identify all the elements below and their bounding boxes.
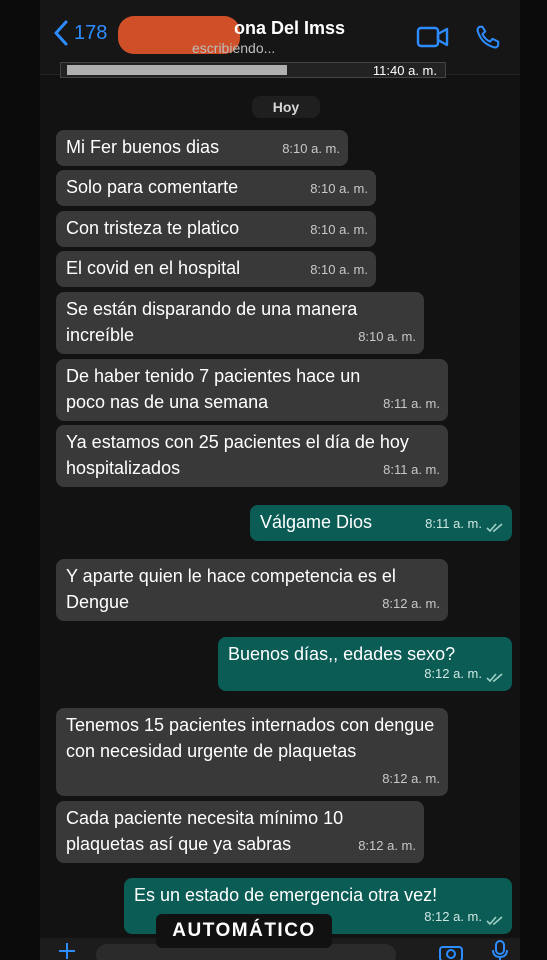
message-incoming[interactable]: Cada paciente necesita mínimo 10 plaquet… xyxy=(56,801,424,863)
preview-time: 11:40 a. m. xyxy=(372,63,437,78)
phone-call-icon[interactable] xyxy=(474,24,502,50)
message-time: 8:11 a. m. xyxy=(383,396,440,411)
message-text: Se están disparando de una manera increí… xyxy=(66,299,358,345)
chat-header: 178 ona Del Imss escribiendo... 11:40 a.… xyxy=(40,0,520,78)
message-time: 8:11 a. m. xyxy=(425,516,482,531)
message-incoming[interactable]: De haber tenido 7 pacientes hace un poco… xyxy=(56,359,448,421)
message-incoming[interactable]: Con tristeza te platico 8:10 a. m. xyxy=(56,211,376,247)
message-incoming[interactable]: Ya estamos con 25 pacientes el día de ho… xyxy=(56,425,448,487)
camera-icon[interactable] xyxy=(438,942,464,960)
message-text: De haber tenido 7 pacientes hace un poco… xyxy=(66,366,361,412)
message-time: 8:11 a. m. xyxy=(383,462,440,477)
message-time: 8:12 a. m. xyxy=(424,909,482,924)
message-incoming[interactable]: Y aparte quien le hace competencia es el… xyxy=(56,559,448,621)
message-time: 8:10 a. m. xyxy=(310,262,368,277)
message-outgoing[interactable]: Buenos días,, edades sexo? 8:12 a. m. xyxy=(218,637,512,691)
chat-window: 178 ona Del Imss escribiendo... 11:40 a.… xyxy=(40,0,520,960)
message-time: 8:10 a. m. xyxy=(310,181,368,196)
read-receipt-icon xyxy=(486,916,503,926)
message-time: 8:12 a. m. xyxy=(358,838,416,853)
contact-name[interactable]: ona Del Imss xyxy=(234,18,345,39)
message-text: Tenemos 15 pacientes internados con deng… xyxy=(66,715,435,761)
message-incoming[interactable]: Se están disparando de una manera increí… xyxy=(56,292,424,354)
message-time: 8:10 a. m. xyxy=(282,141,340,156)
auto-toast: AUTOMÁTICO xyxy=(156,914,332,948)
message-text: Cada paciente necesita mínimo 10 plaquet… xyxy=(66,808,344,854)
typing-status: escribiendo... xyxy=(192,40,276,56)
read-receipt-icon xyxy=(486,523,503,533)
message-time: 8:12 a. m. xyxy=(382,771,440,786)
previous-media-preview[interactable]: 11:40 a. m. xyxy=(60,62,446,78)
back-button[interactable]: 178 xyxy=(52,20,107,46)
video-call-icon[interactable] xyxy=(416,24,450,50)
message-incoming[interactable]: Mi Fer buenos dias 8:10 a. m. xyxy=(56,130,348,166)
message-text: Y aparte quien le hace competencia es el… xyxy=(66,566,396,612)
microphone-icon[interactable] xyxy=(492,940,508,960)
unread-count: 178 xyxy=(74,21,108,44)
message-outgoing[interactable]: Válgame Dios 8:11 a. m. xyxy=(250,505,512,541)
read-receipt-icon xyxy=(486,673,503,683)
message-incoming[interactable]: Tenemos 15 pacientes internados con deng… xyxy=(56,708,448,796)
message-time: 8:12 a. m. xyxy=(424,666,482,681)
message-time: 8:10 a. m. xyxy=(310,222,368,237)
media-thumbnail xyxy=(67,65,287,75)
message-incoming[interactable]: El covid en el hospital 8:10 a. m. xyxy=(56,251,376,287)
chevron-left-icon xyxy=(54,20,68,46)
message-time: 8:10 a. m. xyxy=(358,329,416,344)
message-incoming[interactable]: Solo para comentarte 8:10 a. m. xyxy=(56,170,376,206)
day-separator: Hoy xyxy=(252,96,320,118)
attach-plus-icon[interactable] xyxy=(58,942,76,960)
message-time: 8:12 a. m. xyxy=(382,596,440,611)
message-text: Ya estamos con 25 pacientes el día de ho… xyxy=(66,432,409,478)
